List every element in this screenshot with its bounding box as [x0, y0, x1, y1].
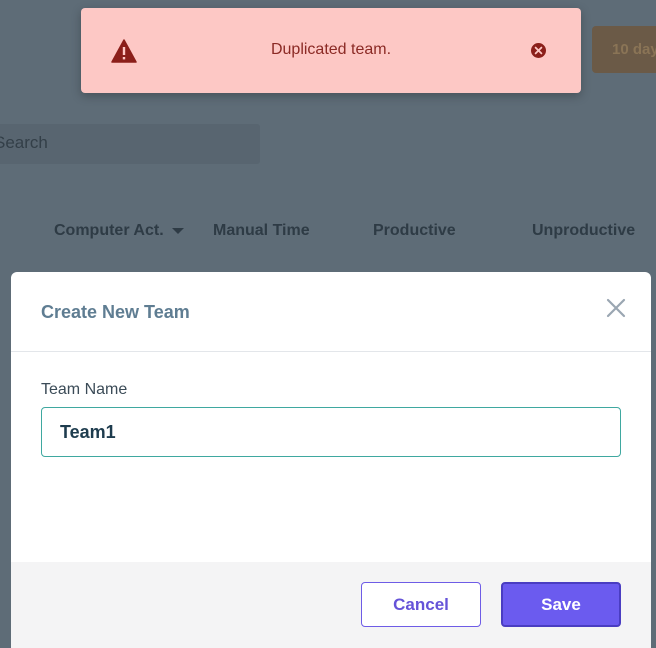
search-placeholder: Search: [0, 133, 48, 152]
modal-header: Create New Team: [11, 272, 651, 352]
column-header-computer-activity[interactable]: Computer Act.: [54, 222, 184, 240]
column-header-manual-time[interactable]: Manual Time: [213, 222, 310, 240]
team-name-label: Team Name: [41, 381, 128, 398]
close-circle-icon[interactable]: [530, 42, 547, 59]
column-label: Computer Act.: [54, 222, 164, 239]
toast-message: Duplicated team.: [270, 41, 392, 58]
error-toast: Duplicated team.: [81, 8, 581, 93]
create-team-modal: Create New Team Team Name Cancel Save: [11, 272, 651, 648]
modal-title: Create New Team: [41, 302, 190, 322]
trial-days-badge[interactable]: 10 days: [592, 26, 656, 73]
close-icon[interactable]: [604, 296, 628, 320]
sort-caret-icon: [171, 227, 184, 234]
save-button[interactable]: Save: [501, 582, 621, 627]
column-header-unproductive[interactable]: Unproductive: [532, 222, 635, 240]
team-name-input[interactable]: [41, 407, 621, 457]
column-header-productive[interactable]: Productive: [373, 222, 456, 240]
cancel-button[interactable]: Cancel: [361, 582, 481, 627]
modal-footer: Cancel Save: [11, 562, 651, 648]
